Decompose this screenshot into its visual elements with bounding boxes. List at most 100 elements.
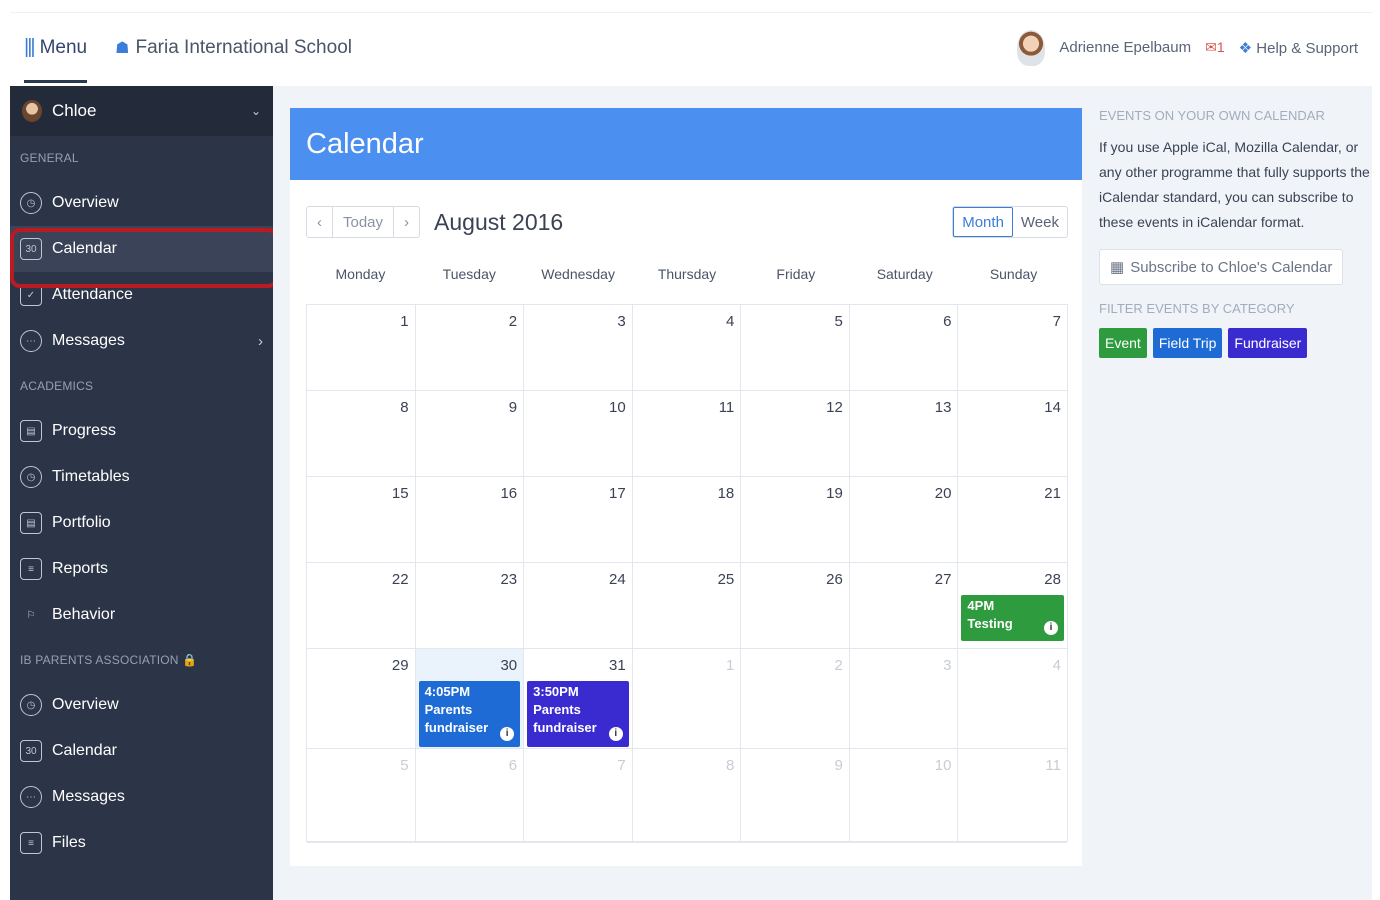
day-number: 25 [717, 571, 735, 588]
sidebar-item-parents-messages[interactable]: ⋯ Messages [10, 774, 273, 820]
day-cell[interactable]: 25 [632, 563, 742, 649]
calendar-event[interactable]: 3:50PM Parents fundraiser i [527, 681, 629, 747]
day-number: 1 [400, 313, 409, 330]
day-cell[interactable]: 10 [524, 391, 633, 477]
weekday-label: Sunday [989, 266, 1038, 282]
mail-badge[interactable]: ✉1 [1205, 39, 1225, 56]
event-title: Parents fundraiser [533, 702, 597, 735]
info-icon[interactable]: i [608, 727, 623, 741]
day-cell[interactable]: 16 [415, 477, 525, 563]
sidebar-item-label: Progress [52, 422, 117, 439]
subscribe-button[interactable]: ▦ Subscribe to Chloe's Calendar [1099, 249, 1344, 285]
sidebar-item-timetables[interactable]: ◷ Timetables [10, 454, 273, 500]
day-cell[interactable]: 10 [849, 749, 959, 843]
day-cell[interactable]: 1 [307, 305, 416, 391]
week-view-button[interactable]: Week [1013, 207, 1067, 237]
day-cell[interactable]: 15 [307, 477, 416, 563]
day-cell[interactable]: 9 [415, 391, 525, 477]
day-cell[interactable]: 19 [741, 477, 850, 563]
day-cell[interactable]: 31 3:50PM Parents fundraiser i [524, 649, 633, 749]
day-cell[interactable]: 14 [958, 391, 1067, 477]
help-link[interactable]: ❖ Help & Support [1239, 39, 1358, 57]
sidebar-item-label: Files [52, 834, 86, 851]
day-number: 21 [1044, 485, 1061, 502]
day-cell[interactable]: 1 [632, 649, 742, 749]
prev-button[interactable]: ‹ [307, 207, 333, 237]
category-event-button[interactable]: Event [1099, 328, 1147, 358]
day-cell[interactable]: 3 [524, 305, 633, 391]
day-number: 10 [609, 399, 626, 416]
calendar-panel: Calendar ‹ Today › August 2016 Month Wee… [290, 108, 1082, 866]
month-view-button[interactable]: Month [953, 207, 1013, 237]
day-cell[interactable]: 6 [415, 749, 525, 843]
day-cell[interactable]: 11 [632, 391, 742, 477]
day-cell[interactable]: 2 [741, 649, 850, 749]
day-cell[interactable]: 6 [849, 305, 959, 391]
month-title: August 2016 [434, 208, 564, 235]
day-cell-today[interactable]: 30 4:05PM Parents fundraiser i [415, 649, 525, 749]
day-cell[interactable]: 24 [524, 563, 633, 649]
day-cell[interactable]: 7 [524, 749, 633, 843]
next-button[interactable]: › [394, 207, 419, 237]
day-cell[interactable]: 4 [632, 305, 742, 391]
day-cell[interactable]: 8 [307, 391, 416, 477]
sidebar-item-reports[interactable]: ≡ Reports [10, 546, 273, 592]
sidebar-item-label: Attendance [52, 286, 133, 303]
sidebar-item-parents-calendar[interactable]: 30 Calendar [10, 728, 273, 774]
info-icon[interactable]: i [1043, 621, 1058, 635]
today-button[interactable]: Today [333, 207, 395, 237]
attendance-icon: ✓ [20, 284, 42, 306]
sidebar-item-messages[interactable]: ⋯ Messages › [10, 318, 273, 364]
mail-count: 1 [1216, 39, 1225, 55]
sidebar-item-calendar[interactable]: 30 Calendar [10, 226, 273, 272]
day-number: 6 [508, 757, 518, 774]
sidebar-item-parents-files[interactable]: ≡ Files [10, 820, 273, 866]
day-cell[interactable]: 26 [741, 563, 850, 649]
day-cell[interactable]: 23 [415, 563, 525, 649]
user-name[interactable]: Adrienne Epelbaum [1059, 39, 1191, 56]
menu-button[interactable]: ||| Menu [24, 13, 88, 83]
day-cell[interactable]: 22 [307, 563, 416, 649]
day-cell[interactable]: 9 [741, 749, 850, 843]
day-cell[interactable]: 21 [958, 477, 1067, 563]
day-cell[interactable]: 4 [958, 649, 1067, 749]
sidebar-user-switcher[interactable]: Chloe ⌄ [10, 86, 273, 136]
help-icon: ❖ [1238, 39, 1253, 57]
calendar-event[interactable]: 4PM Testing i [961, 595, 1064, 641]
day-cell[interactable]: 20 [849, 477, 959, 563]
home-icon: ☗ [115, 39, 130, 57]
day-cell[interactable]: 27 [849, 563, 959, 649]
right-column: EVENTS ON YOUR OWN CALENDAR If you use A… [1099, 108, 1371, 358]
day-cell[interactable]: 11 [958, 749, 1067, 843]
day-cell[interactable]: 28 4PM Testing i [958, 563, 1067, 649]
sidebar-item-parents-overview[interactable]: ◷ Overview [10, 682, 273, 728]
day-number: 18 [717, 485, 735, 502]
day-cell[interactable]: 5 [307, 749, 416, 843]
avatar[interactable] [1017, 29, 1046, 66]
sidebar-item-behavior[interactable]: ⚐ Behavior [10, 592, 273, 638]
day-cell[interactable]: 5 [741, 305, 850, 391]
category-field-trip-button[interactable]: Field Trip [1152, 328, 1223, 358]
day-cell[interactable]: 2 [415, 305, 525, 391]
day-cell[interactable]: 12 [741, 391, 850, 477]
day-number: 3 [943, 657, 952, 674]
info-icon[interactable]: i [500, 727, 515, 741]
day-cell[interactable]: 13 [849, 391, 959, 477]
sidebar-item-attendance[interactable]: ✓ Attendance [10, 272, 273, 318]
chevron-right-icon: › [404, 213, 410, 231]
day-cell[interactable]: 3 [849, 649, 959, 749]
day-cell[interactable]: 29 [307, 649, 416, 749]
calendar-event[interactable]: 4:05PM Parents fundraiser i [418, 681, 521, 747]
sidebar-item-portfolio[interactable]: ▤ Portfolio [10, 500, 273, 546]
school-link[interactable]: ☗ Faria International School [115, 37, 352, 59]
sidebar-item-overview[interactable]: ◷ Overview [10, 180, 273, 226]
sidebar-item-progress[interactable]: ▤ Progress [10, 408, 273, 454]
day-cell[interactable]: 17 [524, 477, 633, 563]
day-cell[interactable]: 18 [632, 477, 742, 563]
sidebar-item-label: Calendar [52, 240, 117, 257]
sidebar-item-label: Messages [52, 332, 125, 349]
day-cell[interactable]: 7 [958, 305, 1067, 391]
chevron-left-icon: ‹ [317, 213, 322, 231]
day-cell[interactable]: 8 [632, 749, 742, 843]
category-fundraiser-button[interactable]: Fundraiser [1228, 328, 1308, 358]
